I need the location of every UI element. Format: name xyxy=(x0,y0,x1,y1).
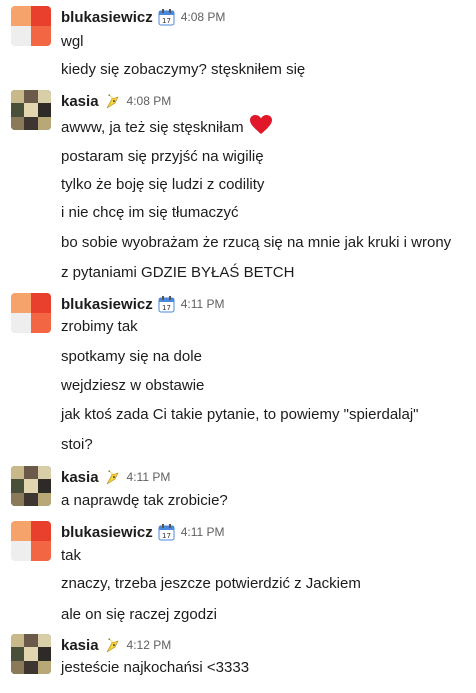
author-name[interactable]: blukasiewicz xyxy=(61,9,153,26)
message-text: wejdziesz w obstawie xyxy=(61,377,205,394)
message-text: z pytaniami GDZIE BYŁAŚ BETCH xyxy=(61,264,295,281)
svg-text:17: 17 xyxy=(162,17,171,25)
timestamp[interactable]: 4:11 PM xyxy=(181,297,225,311)
message-text: postaram się przyjść na wigilię xyxy=(61,148,264,165)
author-name[interactable]: kasia xyxy=(61,93,99,110)
photo-collage-avatar-icon xyxy=(11,90,51,130)
message-text: tak xyxy=(61,547,82,564)
message-text: i nie chcę im się tłumaczyć xyxy=(61,204,239,221)
avatar[interactable] xyxy=(11,634,51,674)
pikachu-icon[interactable] xyxy=(104,469,121,486)
message-text: bo sobie wyobrażam że rzucą się na mnie … xyxy=(61,234,452,251)
calendar-icon[interactable]: 17 xyxy=(158,523,175,541)
message-header: kasia 4:08 PM xyxy=(61,90,171,112)
svg-text:17: 17 xyxy=(162,532,171,540)
message-text: ale on się raczej zgodzi xyxy=(61,606,217,623)
timestamp[interactable]: 4:11 PM xyxy=(181,525,225,539)
message-header: blukasiewicz 17 4:08 PM xyxy=(61,6,225,28)
svg-text:17: 17 xyxy=(162,304,171,312)
message-text: stoi? xyxy=(61,436,93,453)
message-text: tylko że boję się ludzi z codility xyxy=(61,176,265,193)
calendar-icon[interactable]: 17 xyxy=(158,8,175,26)
message-text: a naprawdę tak zrobicie? xyxy=(61,492,228,509)
calendar-icon[interactable]: 17 xyxy=(158,295,175,313)
message-list: blukasiewicz 17 4:08 PM wgl kiedy się zo… xyxy=(0,0,476,693)
avatar[interactable] xyxy=(11,466,51,506)
avatar[interactable] xyxy=(11,90,51,130)
message-text: jesteście najkochańsi <3333 xyxy=(61,659,250,676)
message-text: jak ktoś zada Ci takie pytanie, to powie… xyxy=(61,406,419,423)
slack-logo-avatar-icon xyxy=(11,293,51,333)
heart-icon xyxy=(249,115,272,134)
message-text: spotkamy się na dole xyxy=(61,348,202,365)
photo-collage-avatar-icon xyxy=(11,634,51,674)
slack-logo-avatar-icon xyxy=(11,521,51,561)
author-name[interactable]: blukasiewicz xyxy=(61,524,153,541)
message-text-content: awww, ja też się stęskniłam xyxy=(61,119,244,136)
pikachu-icon[interactable] xyxy=(104,93,121,110)
photo-collage-avatar-icon xyxy=(11,466,51,506)
message-header: blukasiewicz 17 4:11 PM xyxy=(61,521,225,543)
author-name[interactable]: blukasiewicz xyxy=(61,296,153,313)
message-text: wgl xyxy=(61,33,84,50)
message-text: kiedy się zobaczymy? stęskniłem się xyxy=(61,61,306,78)
message-header: kasia 4:11 PM xyxy=(61,466,170,488)
author-name[interactable]: kasia xyxy=(61,637,99,654)
timestamp[interactable]: 4:08 PM xyxy=(181,10,226,24)
avatar[interactable] xyxy=(11,293,51,333)
timestamp[interactable]: 4:08 PM xyxy=(127,94,172,108)
message-text: awww, ja też się stęskniłam xyxy=(61,115,272,138)
message-header: kasia 4:12 PM xyxy=(61,634,171,656)
message-text: znaczy, trzeba jeszcze potwierdzić z Jac… xyxy=(61,575,361,592)
avatar[interactable] xyxy=(11,6,51,46)
slack-logo-avatar-icon xyxy=(11,6,51,46)
message-header: blukasiewicz 17 4:11 PM xyxy=(61,293,225,315)
timestamp[interactable]: 4:12 PM xyxy=(127,638,172,652)
avatar[interactable] xyxy=(11,521,51,561)
pikachu-icon[interactable] xyxy=(104,637,121,654)
message-text: zrobimy tak xyxy=(61,318,138,335)
timestamp[interactable]: 4:11 PM xyxy=(127,470,171,484)
author-name[interactable]: kasia xyxy=(61,469,99,486)
